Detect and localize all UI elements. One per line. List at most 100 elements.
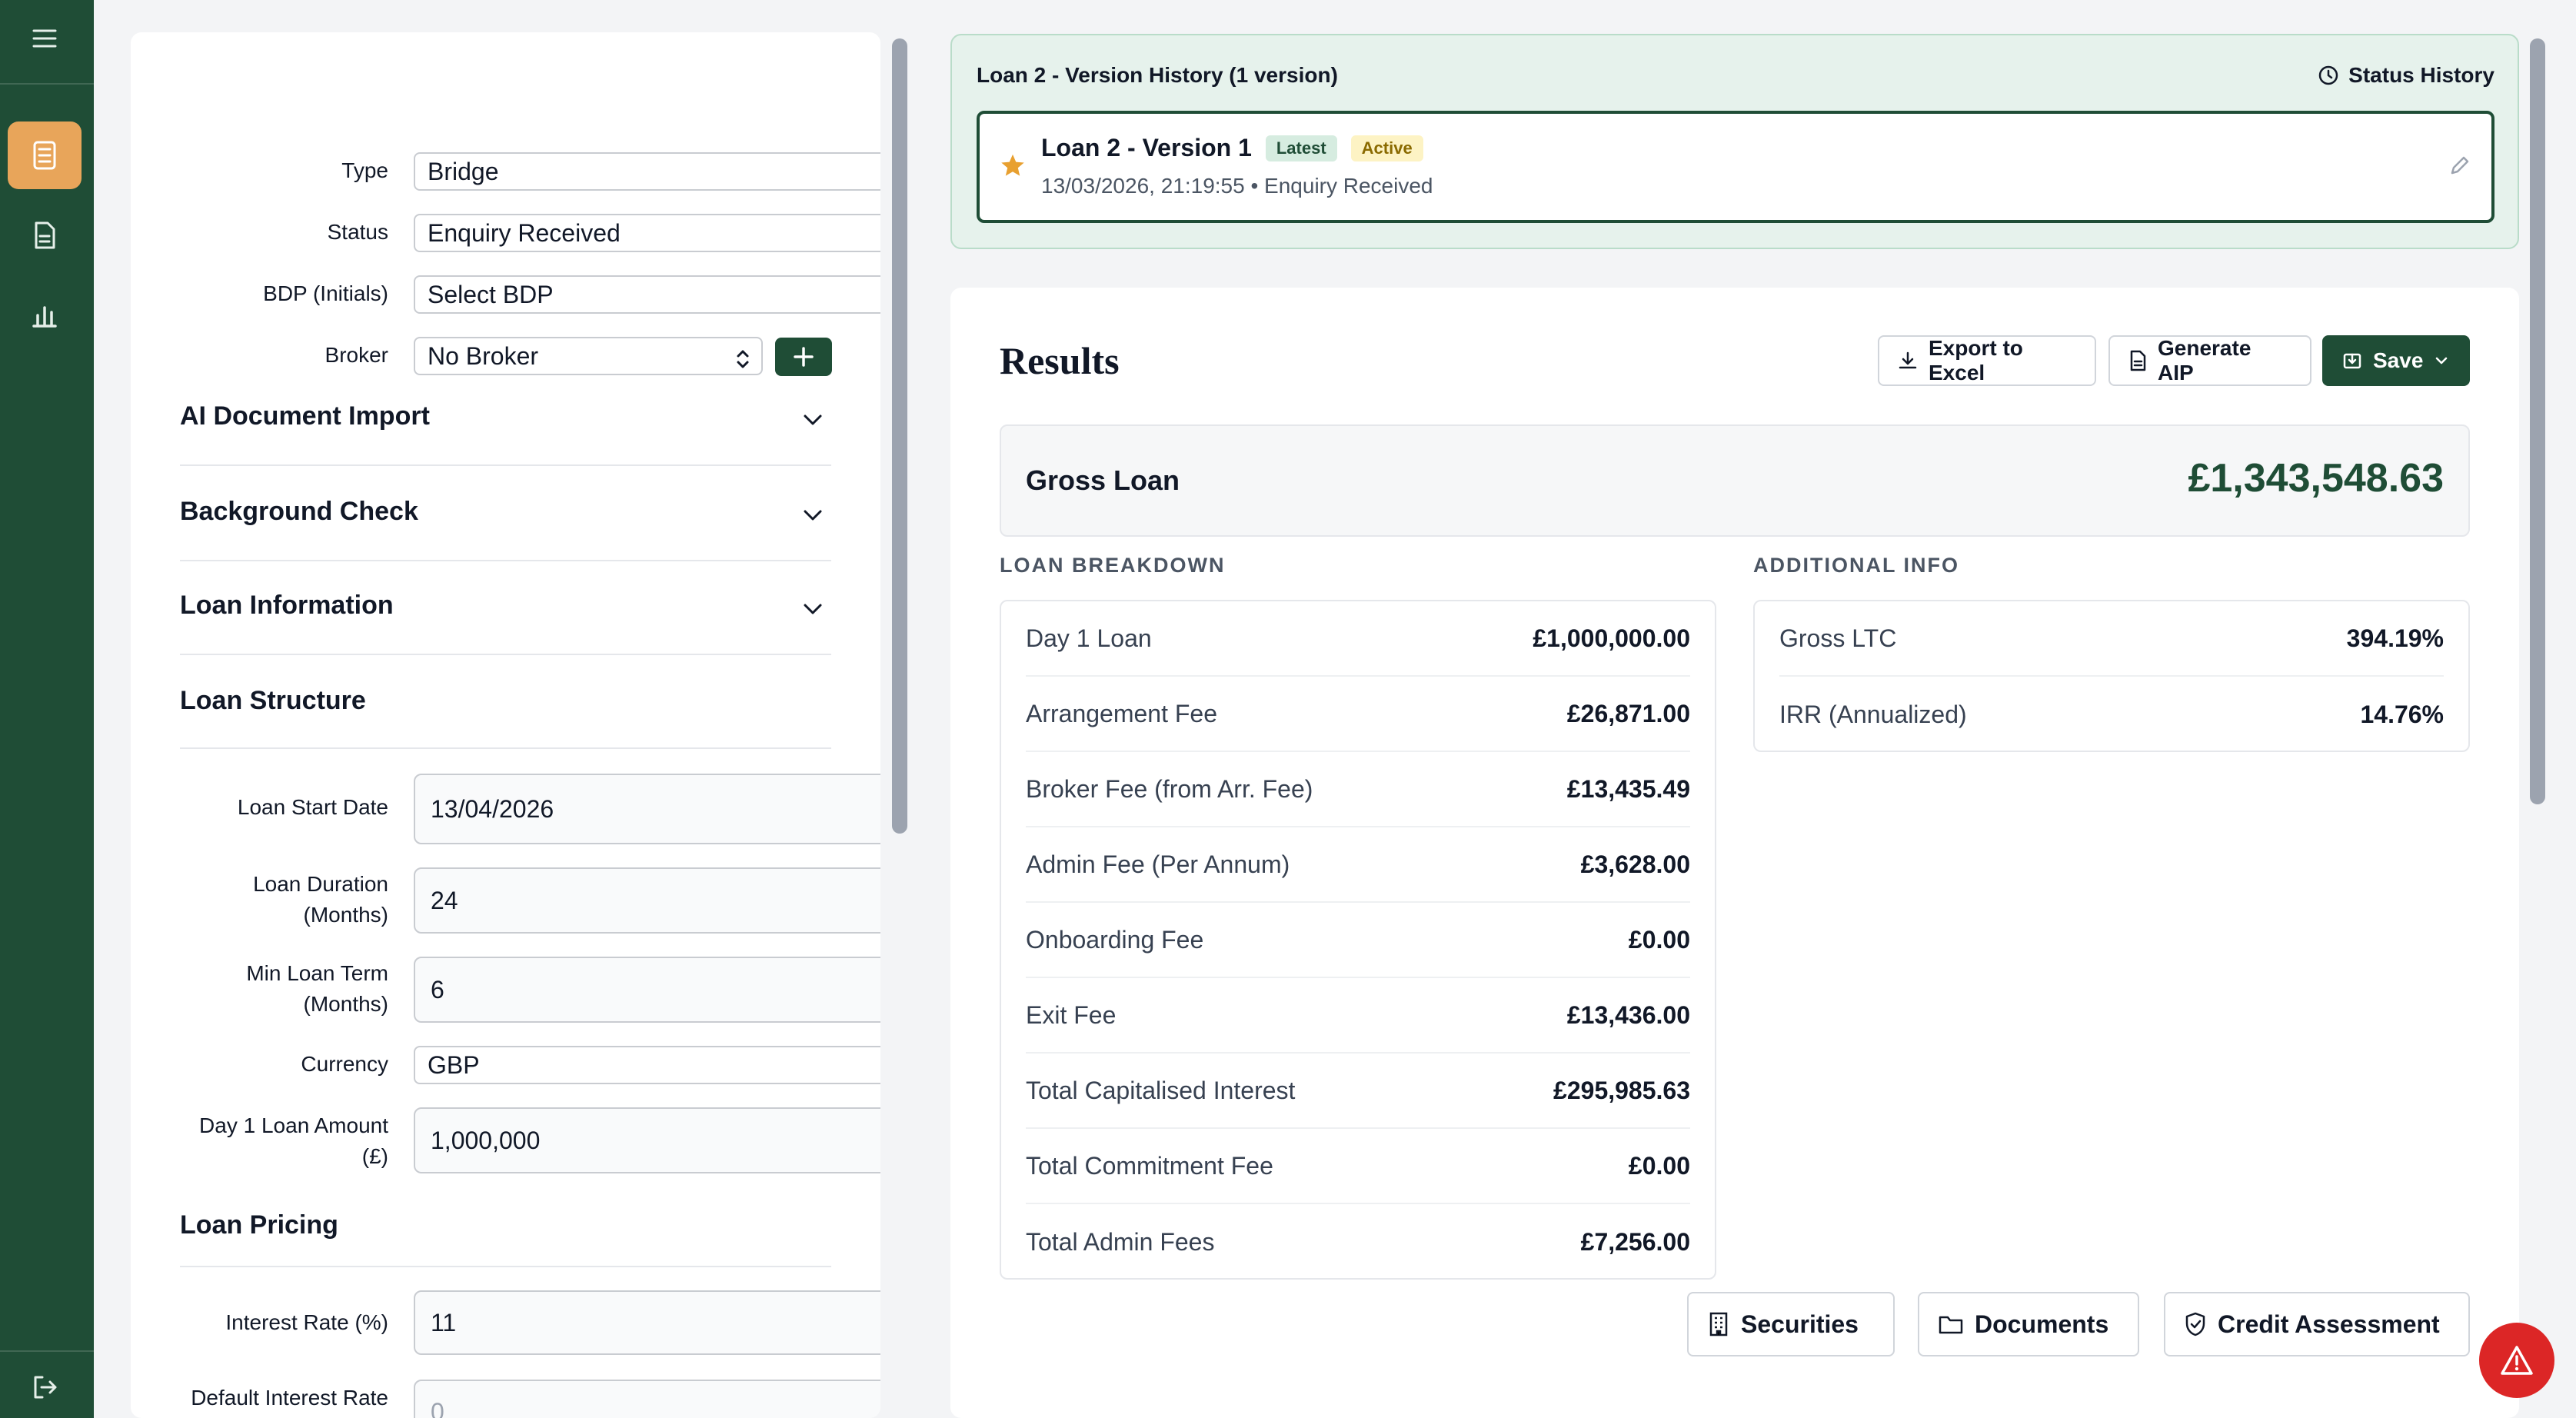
breakdown-row-label: Total Admin Fees <box>1026 1227 1215 1256</box>
min-loan-term-label: Min Loan Term <box>246 961 388 985</box>
breakdown-row-value: £1,000,000.00 <box>1533 624 1690 652</box>
breakdown-row: Admin Fee (Per Annum) £3,628.00 <box>1026 827 1690 903</box>
save-icon <box>2342 351 2362 371</box>
sidebar-item-reports[interactable] <box>8 281 82 349</box>
section-background-check[interactable]: Background Check <box>180 466 831 561</box>
section-loan-pricing: Loan Pricing <box>180 1210 831 1267</box>
default-interest-label-unit: (%) <box>354 1413 388 1418</box>
broker-select-value: No Broker <box>428 342 539 370</box>
interest-rate-input[interactable]: 11 <box>414 1290 880 1355</box>
alert-button[interactable] <box>2479 1323 2554 1398</box>
section-title: AI Document Import <box>180 401 430 431</box>
latest-badge: Latest <box>1265 135 1337 161</box>
section-title: Loan Structure <box>180 686 366 715</box>
status-select-value: Enquiry Received <box>428 219 621 247</box>
star-icon <box>1000 152 1026 178</box>
chevron-down-icon <box>2434 353 2449 368</box>
loan-duration-input[interactable]: 24 <box>414 867 880 934</box>
section-ai-document-import[interactable]: AI Document Import <box>180 371 831 466</box>
sidebar-item-calculator[interactable] <box>8 121 82 189</box>
credit-assessment-button[interactable]: Credit Assessment <box>2164 1292 2470 1356</box>
default-interest-input[interactable]: 0 <box>414 1380 880 1418</box>
logout-button[interactable] <box>8 1360 82 1415</box>
additional-info-table: Gross LTC 394.19% IRR (Annualized) 14.76% <box>1753 600 2470 752</box>
breakdown-row: Onboarding Fee £0.00 <box>1026 903 1690 978</box>
type-label: Type <box>341 158 388 182</box>
left-panel-scrollbar[interactable] <box>892 38 907 834</box>
sidebar-divider <box>0 83 94 85</box>
breakdown-row: Total Capitalised Interest £295,985.63 <box>1026 1054 1690 1129</box>
menu-button[interactable] <box>8 5 82 72</box>
loan-duration-label: Loan Duration <box>253 872 388 896</box>
right-panel-scrollbar[interactable] <box>2530 38 2545 804</box>
version-history-title: Loan 2 - Version History (1 version) <box>977 63 1338 87</box>
section-title: Loan Pricing <box>180 1210 338 1240</box>
breakdown-row-label: Total Capitalised Interest <box>1026 1076 1296 1104</box>
sidebar-divider <box>0 1350 94 1352</box>
securities-button[interactable]: Securities <box>1687 1292 1895 1356</box>
currency-label: Currency <box>301 1052 388 1076</box>
broker-label: Broker <box>324 343 388 367</box>
bdp-select[interactable]: Select BDP <box>414 275 880 314</box>
breakdown-row: Exit Fee £13,436.00 <box>1026 978 1690 1054</box>
generate-aip-button[interactable]: Generate AIP <box>2108 335 2311 386</box>
loan-duration-value: 24 <box>431 886 458 914</box>
edit-pencil-icon[interactable] <box>2448 154 2471 177</box>
interest-rate-label: Interest Rate (%) <box>225 1310 388 1334</box>
documents-button[interactable]: Documents <box>1918 1292 2139 1356</box>
export-excel-label: Export to Excel <box>1929 336 2023 384</box>
loan-start-date-input[interactable]: 13/04/2026 <box>414 774 880 844</box>
additional-info-row-value: 394.19% <box>2346 624 2444 652</box>
generate-aip-label: Generate AIP <box>2158 336 2252 384</box>
currency-select[interactable]: GBP <box>414 1046 880 1084</box>
breakdown-row-value: £0.00 <box>1628 1151 1690 1180</box>
breakdown-row-label: Broker Fee (from Arr. Fee) <box>1026 774 1313 803</box>
sidebar-item-documents[interactable] <box>8 201 82 269</box>
day1-amount-input[interactable]: 1,000,000 <box>414 1107 880 1173</box>
shield-check-icon <box>2184 1311 2207 1337</box>
breakdown-row: Arrangement Fee £26,871.00 <box>1026 677 1690 752</box>
loan-start-date-label: Loan Start Date <box>237 795 388 819</box>
logout-icon <box>31 1374 58 1400</box>
breakdown-row: Total Admin Fees £7,256.00 <box>1026 1204 1690 1280</box>
breakdown-row-value: £295,985.63 <box>1553 1076 1690 1104</box>
breakdown-row-label: Exit Fee <box>1026 1000 1117 1029</box>
active-badge: Active <box>1350 135 1423 161</box>
plus-icon <box>792 345 815 368</box>
download-icon <box>1898 351 1918 371</box>
chevron-down-icon <box>800 408 825 432</box>
currency-select-value: GBP <box>428 1051 480 1079</box>
type-select[interactable]: Bridge <box>414 152 880 191</box>
breakdown-row-value: £26,871.00 <box>1566 699 1690 727</box>
bar-chart-icon <box>31 301 58 329</box>
breakdown-row-value: £7,256.00 <box>1580 1227 1690 1256</box>
breakdown-row-value: £13,436.00 <box>1566 1000 1690 1029</box>
breakdown-row-label: Total Commitment Fee <box>1026 1151 1273 1180</box>
document-icon <box>32 221 57 250</box>
bdp-select-value: Select BDP <box>428 281 554 308</box>
documents-label: Documents <box>1975 1310 2109 1338</box>
loan-duration-label-unit: (Months) <box>303 903 388 927</box>
save-button[interactable]: Save <box>2322 335 2470 386</box>
status-select[interactable]: Enquiry Received <box>414 214 880 252</box>
loan-breakdown-heading: LOAN BREAKDOWN <box>1000 554 1226 577</box>
broker-select[interactable]: No Broker <box>414 337 763 375</box>
chevron-down-icon <box>800 503 825 528</box>
version-item[interactable]: Loan 2 - Version 1 Latest Active 13/03/2… <box>977 111 2494 223</box>
export-excel-button[interactable]: Export to Excel <box>1878 335 2096 386</box>
results-title: Results <box>1000 339 1120 382</box>
breakdown-row-label: Onboarding Fee <box>1026 925 1204 954</box>
default-interest-label: Default Interest Rate <box>191 1386 388 1410</box>
status-history-link[interactable]: Status History <box>2318 63 2494 88</box>
additional-info-row-label: Gross LTC <box>1779 624 1897 652</box>
select-arrows-icon <box>734 345 752 368</box>
results-card: Results Export to Excel Generate AIP Sav… <box>950 288 2519 1418</box>
loan-breakdown-table: Day 1 Loan £1,000,000.00 Arrangement Fee £2… <box>1000 600 1716 1280</box>
loan-start-date-value: 13/04/2026 <box>431 794 554 823</box>
breakdown-row-label: Admin Fee (Per Annum) <box>1026 850 1290 878</box>
gross-loan-summary: Gross Loan £1,343,548.63 <box>1000 424 2470 537</box>
breakdown-row-value: £0.00 <box>1628 925 1690 954</box>
min-loan-term-input[interactable]: 6 <box>414 957 880 1023</box>
section-loan-information[interactable]: Loan Information <box>180 560 831 655</box>
bdp-label: BDP (Initials) <box>263 281 388 305</box>
